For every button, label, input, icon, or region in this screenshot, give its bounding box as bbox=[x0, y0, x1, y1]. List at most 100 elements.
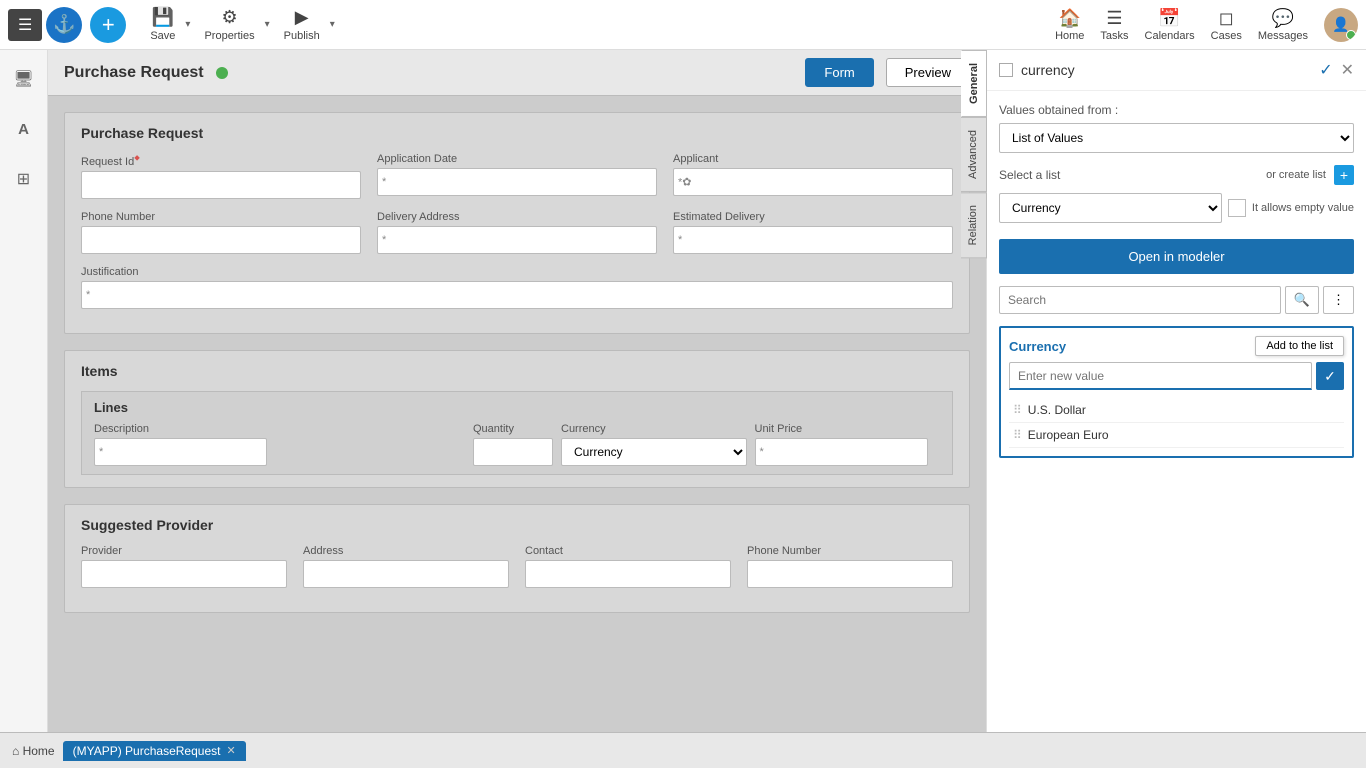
search-button[interactable]: 🔍 bbox=[1285, 286, 1319, 314]
logo-icon[interactable]: ⚓ bbox=[46, 7, 82, 43]
confirm-new-value-button[interactable]: ✓ bbox=[1316, 362, 1344, 390]
main-area: 🖥 A ⊞ Purchase Request Form Preview Purc… bbox=[0, 50, 1366, 732]
applicant-icon: *✿ bbox=[678, 176, 692, 189]
provider-field: Provider bbox=[81, 545, 287, 588]
estimated-icon: * bbox=[678, 234, 682, 246]
preview-tab-button[interactable]: Preview bbox=[886, 58, 970, 87]
or-create-label: or create list bbox=[1266, 169, 1326, 181]
bottom-tab-close-button[interactable]: ✕ bbox=[226, 744, 235, 757]
search-row: 🔍 ⋮ bbox=[999, 286, 1354, 314]
estimated-delivery-field: Estimated Delivery * bbox=[673, 211, 953, 254]
drag-handle-eur[interactable]: ⠿ bbox=[1013, 428, 1022, 442]
add-to-list-button[interactable]: Add to the list bbox=[1255, 336, 1344, 356]
phone-number-field: Phone Number bbox=[81, 211, 361, 254]
open-modeler-button[interactable]: Open in modeler bbox=[999, 239, 1354, 274]
bottom-tab-label: (MYAPP) PurchaseRequest bbox=[73, 744, 221, 758]
bottom-home-link[interactable]: ⌂ Home bbox=[12, 744, 55, 758]
address-input[interactable] bbox=[303, 560, 509, 588]
justification-field: Justification * bbox=[81, 266, 953, 309]
justification-label: Justification bbox=[81, 266, 953, 278]
phone-number-label: Phone Number bbox=[81, 211, 361, 223]
quantity-label: Quantity bbox=[473, 423, 553, 435]
applicant-label: Applicant bbox=[673, 153, 953, 165]
applicant-input[interactable] bbox=[673, 168, 953, 196]
list-select[interactable]: Currency Status Priority bbox=[999, 193, 1222, 223]
user-avatar[interactable]: 👤 bbox=[1324, 8, 1358, 42]
center-content: Purchase Request Form Preview Purchase R… bbox=[48, 50, 986, 732]
more-options-button[interactable]: ⋮ bbox=[1323, 286, 1354, 314]
currency-field: Currency Currency bbox=[561, 423, 747, 466]
currency-list-section: Currency Add to the list ✓ ⠿ U.S. Dollar… bbox=[999, 326, 1354, 458]
address-label: Address bbox=[303, 545, 509, 557]
publish-dropdown-button[interactable]: ▾ bbox=[328, 15, 337, 34]
panel-confirm-icon[interactable]: ✓ bbox=[1319, 60, 1332, 80]
save-dropdown-button[interactable]: ▾ bbox=[183, 15, 192, 34]
tasks-icon: ☰ bbox=[1106, 8, 1122, 29]
description-input[interactable] bbox=[94, 438, 267, 466]
save-button[interactable]: 💾 Save bbox=[142, 3, 183, 46]
list-item-usd: ⠿ U.S. Dollar bbox=[1009, 398, 1344, 423]
items-title: Items bbox=[81, 363, 953, 379]
provider-phone-input[interactable] bbox=[747, 560, 953, 588]
form-title: Purchase Request bbox=[64, 64, 204, 82]
form-tab-button[interactable]: Form bbox=[805, 58, 873, 87]
panel-tab-general[interactable]: General bbox=[961, 50, 987, 117]
estimated-delivery-input[interactable] bbox=[673, 226, 953, 254]
messages-icon: 💬 bbox=[1272, 8, 1294, 29]
allows-empty-checkbox[interactable] bbox=[1228, 199, 1246, 217]
panel-title: currency bbox=[1021, 62, 1311, 78]
application-date-input[interactable] bbox=[377, 168, 657, 196]
properties-dropdown-button[interactable]: ▾ bbox=[263, 15, 272, 34]
nav-right-items: 🏠 Home ☰ Tasks 📅 Calendars ◻ Cases 💬 Mes… bbox=[1055, 8, 1358, 42]
description-label: Description bbox=[94, 423, 465, 435]
tasks-nav-item[interactable]: ☰ Tasks bbox=[1100, 8, 1128, 42]
panel-tab-relation[interactable]: Relation bbox=[961, 192, 987, 258]
search-input[interactable] bbox=[999, 286, 1281, 314]
calendars-nav-item[interactable]: 📅 Calendars bbox=[1145, 8, 1195, 42]
panel-tab-advanced[interactable]: Advanced bbox=[961, 117, 987, 192]
currency-select[interactable]: Currency bbox=[561, 438, 747, 466]
text-sidebar-icon[interactable]: A bbox=[7, 112, 41, 146]
form-row-3: Justification * bbox=[81, 266, 953, 309]
application-date-label: Application Date bbox=[377, 153, 657, 165]
form-row-2: Phone Number Delivery Address * Estimate… bbox=[81, 211, 953, 254]
unit-price-label: Unit Price bbox=[755, 423, 941, 435]
desc-icon: * bbox=[99, 446, 103, 458]
quantity-input[interactable] bbox=[473, 438, 553, 466]
delivery-address-input[interactable] bbox=[377, 226, 657, 254]
request-id-input[interactable] bbox=[81, 171, 361, 199]
new-value-input[interactable] bbox=[1009, 362, 1312, 390]
home-bottom-icon: ⌂ bbox=[12, 744, 19, 758]
unit-price-input[interactable] bbox=[755, 438, 928, 466]
desktop-sidebar-icon[interactable]: 🖥 bbox=[7, 62, 41, 96]
hamburger-menu-button[interactable]: ☰ bbox=[8, 9, 42, 41]
bottom-tab-purchase-request[interactable]: (MYAPP) PurchaseRequest ✕ bbox=[63, 741, 246, 761]
home-nav-item[interactable]: 🏠 Home bbox=[1055, 8, 1084, 42]
contact-input[interactable] bbox=[525, 560, 731, 588]
drag-handle-usd[interactable]: ⠿ bbox=[1013, 403, 1022, 417]
new-value-row: ✓ bbox=[1009, 362, 1344, 390]
right-panel: General Advanced Relation currency ✓ ✕ V… bbox=[986, 50, 1366, 732]
cases-nav-item[interactable]: ◻ Cases bbox=[1211, 8, 1242, 42]
asterisk-icon: * bbox=[382, 176, 386, 188]
values-obtained-select[interactable]: List of Values Database Custom bbox=[999, 123, 1354, 153]
bottom-bar: ⌂ Home (MYAPP) PurchaseRequest ✕ bbox=[0, 732, 1366, 768]
properties-button[interactable]: ⚙ Properties bbox=[196, 3, 262, 46]
provider-input[interactable] bbox=[81, 560, 287, 588]
status-dot bbox=[216, 67, 228, 79]
justification-input[interactable] bbox=[81, 281, 953, 309]
publish-icon: ▶ bbox=[295, 7, 309, 28]
gear-icon: ⚙ bbox=[221, 7, 237, 28]
panel-close-icon[interactable]: ✕ bbox=[1341, 60, 1354, 80]
publish-button[interactable]: ▶ Publish bbox=[276, 3, 328, 46]
contact-field: Contact bbox=[525, 545, 731, 588]
component-sidebar-icon[interactable]: ⊞ bbox=[7, 162, 41, 196]
panel-body: Values obtained from : List of Values Da… bbox=[987, 91, 1366, 732]
panel-checkbox[interactable] bbox=[999, 63, 1013, 77]
panel-header: currency ✓ ✕ bbox=[987, 50, 1366, 91]
request-id-field: Request Id bbox=[81, 153, 361, 199]
phone-number-input[interactable] bbox=[81, 226, 361, 254]
create-list-button[interactable]: + bbox=[1334, 165, 1354, 185]
messages-nav-item[interactable]: 💬 Messages bbox=[1258, 8, 1308, 42]
add-new-button[interactable]: + bbox=[90, 7, 126, 43]
